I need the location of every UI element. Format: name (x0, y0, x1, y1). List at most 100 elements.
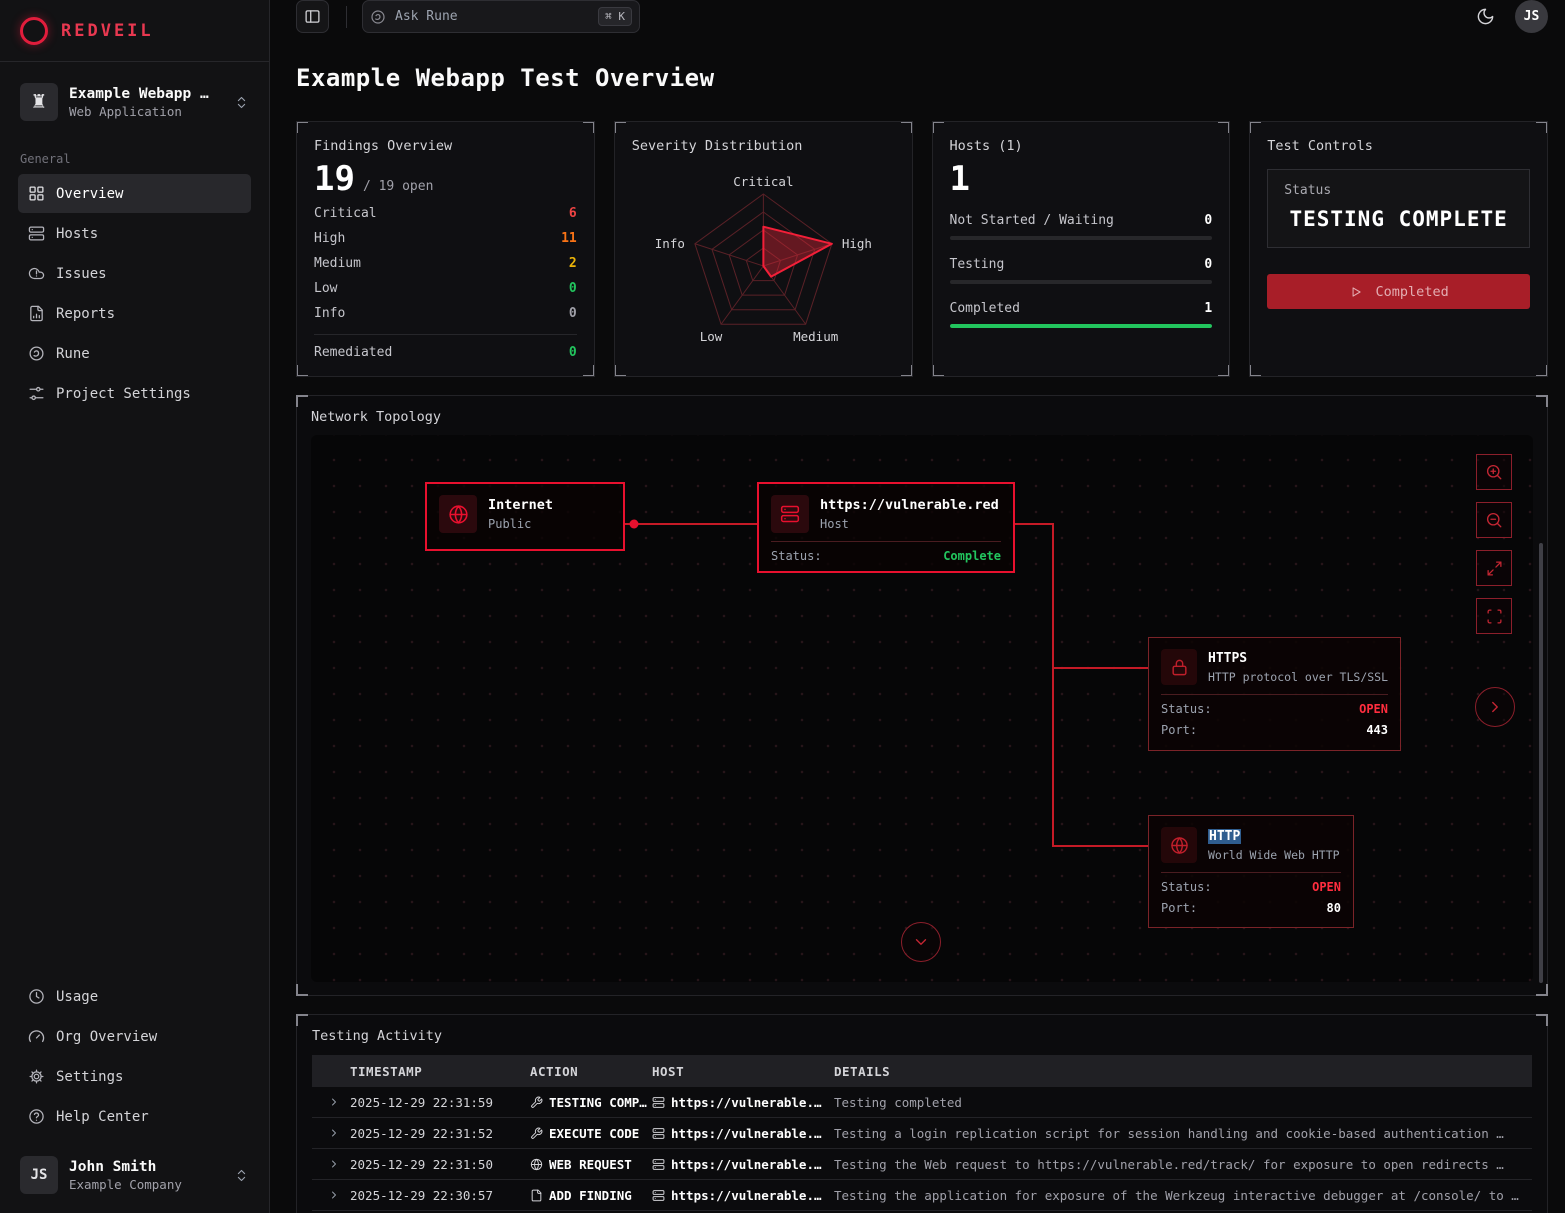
table-row[interactable]: 2025-12-29 22:30:57 ADD FINDING https://… (312, 1180, 1532, 1211)
fit-view-button[interactable] (1476, 598, 1512, 634)
server-icon (652, 1096, 665, 1109)
sidebar-item-label: Rune (56, 346, 90, 362)
project-type: Web Application (69, 104, 209, 119)
node-port-row: Port:80 (1149, 894, 1353, 915)
dark-mode-toggle[interactable] (1476, 7, 1495, 26)
svg-text:Critical: Critical (733, 174, 793, 189)
sidebar-item-org-overview[interactable]: Org Overview (18, 1017, 251, 1056)
sidebar: REDVEIL ♜ Example Webapp … Web Applicati… (0, 0, 270, 1213)
wrench-icon (530, 1096, 543, 1109)
card-title: Severity Distribution (632, 138, 895, 154)
row-expander-icon[interactable] (312, 1096, 350, 1108)
node-status-row: Status:Complete (759, 542, 1013, 563)
column-header: DETAILS (834, 1064, 1532, 1079)
corner-bracket (901, 121, 913, 133)
sidebar-section-label: General (20, 152, 251, 166)
open-findings-suffix: / 19 open (363, 179, 433, 194)
node-status-row: Status:OPEN (1149, 873, 1353, 894)
hosts-row-completed: Completed1 (950, 301, 1213, 328)
open-findings-count: 19 (314, 162, 355, 196)
svg-text:Medium: Medium (793, 329, 838, 344)
expand-button[interactable] (1476, 550, 1512, 586)
node-internet[interactable]: Internet Public (425, 482, 625, 551)
brand-logo: REDVEIL (0, 0, 269, 62)
node-title: HTTP (1208, 829, 1340, 844)
card-title: Test Controls (1267, 138, 1530, 154)
sidebar-toggle-button[interactable] (296, 0, 329, 33)
sidebar-item-settings[interactable]: Settings (18, 1057, 251, 1096)
completed-button[interactable]: Completed (1267, 274, 1530, 309)
server-icon (771, 495, 809, 533)
row-expander-icon[interactable] (312, 1189, 350, 1201)
sidebar-item-overview[interactable]: Overview (18, 174, 251, 213)
sidebar-item-reports[interactable]: Reports (18, 294, 251, 333)
globe-icon (1161, 827, 1197, 863)
panel-left-icon (304, 8, 321, 25)
table-row[interactable]: 2025-12-29 22:31:50 WEB REQUEST https://… (312, 1149, 1532, 1180)
zoom-out-button[interactable] (1476, 502, 1512, 538)
corner-bracket (614, 365, 626, 377)
testing-activity-panel: Testing Activity TIMESTAMP ACTION HOST D… (296, 1014, 1548, 1213)
finding-row-medium: Medium2 (314, 256, 577, 271)
ask-rune-search[interactable]: Ask Rune ⌘ K (362, 0, 640, 33)
pan-down-button[interactable] (901, 922, 941, 962)
node-https-service[interactable]: HTTPS HTTP protocol over TLS/SSL Status:… (1148, 637, 1401, 751)
table-row[interactable]: 2025-12-29 22:31:59 TESTING COMP… https:… (312, 1087, 1532, 1118)
sidebar-item-issues[interactable]: Issues (18, 254, 251, 293)
corner-bracket (932, 121, 944, 133)
corner-bracket (1536, 984, 1548, 996)
table-row[interactable]: 2025-12-29 22:31:52 EXECUTE CODE https:/… (312, 1118, 1532, 1149)
sidebar-item-rune[interactable]: Rune (18, 334, 251, 373)
status-box: Status TESTING COMPLETE (1267, 169, 1530, 248)
node-http-service[interactable]: HTTP World Wide Web HTTP Status:OPEN Por… (1148, 815, 1354, 928)
project-switcher[interactable]: ♜ Example Webapp … Web Application (18, 78, 251, 126)
status-value: TESTING COMPLETE (1284, 207, 1513, 231)
user-menu[interactable]: JS John Smith Example Company (18, 1151, 251, 1199)
server-icon (652, 1189, 665, 1202)
corner-bracket (1218, 365, 1230, 377)
node-subtitle: HTTP protocol over TLS/SSL (1208, 670, 1388, 684)
severity-radar-chart: CriticalHighMediumLowInfo (632, 160, 895, 360)
hosts-row-not-started: Not Started / Waiting0 (950, 213, 1213, 240)
progress-fill (950, 324, 1213, 328)
sidebar-item-label: Usage (56, 989, 98, 1005)
search-label: Ask Rune (395, 9, 458, 24)
globe-icon (439, 495, 477, 533)
corner-bracket (901, 365, 913, 377)
corner-bracket (296, 1014, 308, 1026)
node-title: HTTPS (1208, 651, 1388, 666)
corner-bracket (296, 365, 308, 377)
server-icon (28, 225, 45, 242)
rune-icon (28, 345, 45, 362)
server-icon (652, 1127, 665, 1140)
topbar-avatar[interactable]: JS (1515, 0, 1548, 33)
sidebar-item-label: Reports (56, 306, 115, 322)
corner-bracket (1249, 365, 1261, 377)
node-subtitle: World Wide Web HTTP (1208, 848, 1340, 862)
topology-controls (1476, 454, 1512, 634)
progress-track (950, 236, 1213, 240)
corner-bracket (296, 984, 308, 996)
activity-table-header: TIMESTAMP ACTION HOST DETAILS (312, 1055, 1532, 1087)
topology-canvas[interactable]: Internet Public https://vulnerable.red H… (311, 435, 1533, 982)
sidebar-item-label: Hosts (56, 226, 98, 242)
rune-icon (370, 9, 386, 25)
brand-name: REDVEIL (61, 21, 154, 41)
progress-track (950, 324, 1213, 328)
sidebar-item-usage[interactable]: Usage (18, 977, 251, 1016)
sidebar-item-help-center[interactable]: Help Center (18, 1097, 251, 1136)
progress-track (950, 280, 1213, 284)
row-expander-icon[interactable] (312, 1127, 350, 1139)
row-expander-icon[interactable] (312, 1158, 350, 1170)
node-host[interactable]: https://vulnerable.red Host Status:Compl… (757, 482, 1015, 573)
status-label: Status (1284, 183, 1513, 198)
test-controls-card: Test Controls Status TESTING COMPLETE Co… (1249, 121, 1548, 377)
node-subtitle: Public (488, 517, 553, 531)
card-title: Findings Overview (314, 138, 577, 154)
scrollbar-thumb[interactable] (1539, 543, 1543, 983)
zoom-in-button[interactable] (1476, 454, 1512, 490)
project-name: Example Webapp … (69, 86, 209, 102)
pan-right-button[interactable] (1475, 687, 1515, 727)
sidebar-item-project-settings[interactable]: Project Settings (18, 374, 251, 413)
sidebar-item-hosts[interactable]: Hosts (18, 214, 251, 253)
